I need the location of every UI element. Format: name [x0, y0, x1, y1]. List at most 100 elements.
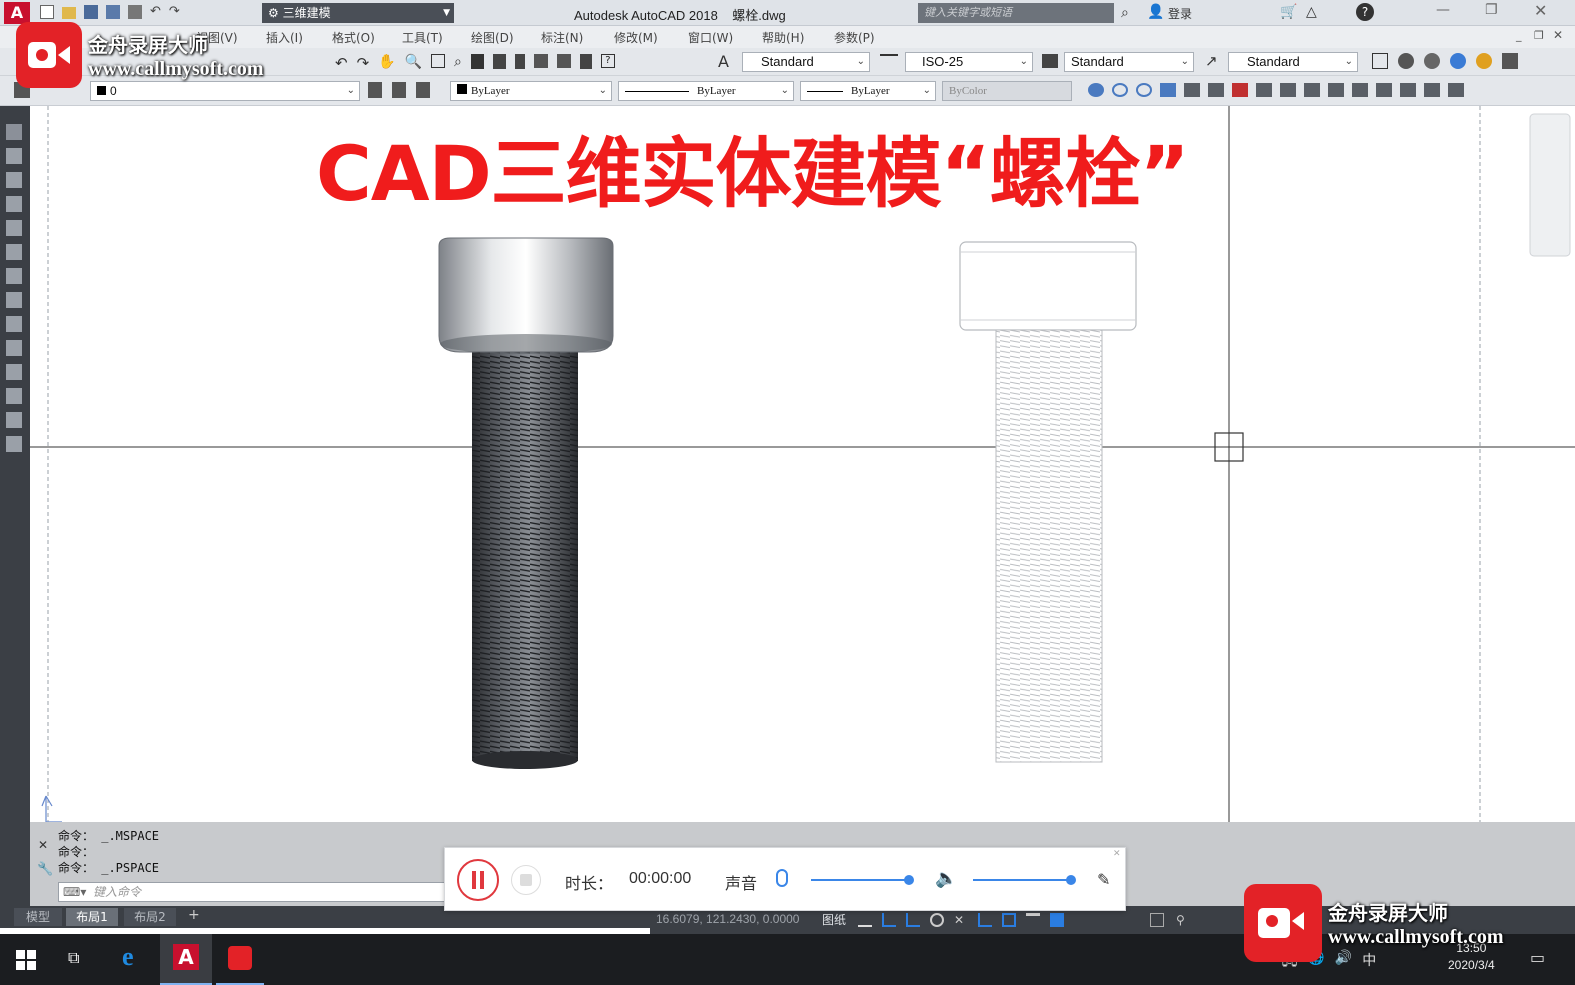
- selection-cycling-icon[interactable]: [1150, 913, 1164, 927]
- sphere-icon[interactable]: [6, 220, 22, 236]
- helix-icon[interactable]: [6, 436, 22, 452]
- close-button[interactable]: ✕: [1534, 1, 1547, 20]
- linetype-select[interactable]: ByLayer ⌄: [618, 81, 794, 101]
- command-input[interactable]: ⌨▾ 键入命令: [58, 882, 458, 902]
- rotate-face-icon[interactable]: [1256, 83, 1272, 97]
- tab-layout2[interactable]: 布局2: [124, 908, 176, 926]
- start-button[interactable]: [16, 950, 36, 970]
- snap-mode-icon[interactable]: [858, 913, 872, 927]
- union-icon[interactable]: [1088, 83, 1104, 97]
- notification-center-icon[interactable]: ▭: [1530, 948, 1545, 967]
- help-icon[interactable]: ?: [1356, 3, 1374, 21]
- zoom-previous-icon[interactable]: ⌕: [454, 54, 462, 72]
- tab-layout1[interactable]: 布局1: [66, 908, 118, 926]
- lineweight-select[interactable]: ByLayer ⌄: [800, 81, 936, 101]
- user-icon[interactable]: 👤: [1147, 4, 1164, 20]
- design-center-icon[interactable]: [492, 54, 506, 69]
- menu-insert[interactable]: 插入(I): [266, 29, 303, 46]
- redo-icon[interactable]: ↷: [357, 54, 370, 72]
- sphere-color-icon[interactable]: [1476, 53, 1492, 69]
- copy-face-icon[interactable]: [1304, 83, 1320, 97]
- color-face-icon[interactable]: [1328, 83, 1344, 97]
- intersect-icon[interactable]: [1136, 83, 1152, 97]
- dim-style-select[interactable]: ISO-25 ⌄: [905, 52, 1033, 72]
- panel-close-icon[interactable]: ✕: [1113, 849, 1121, 859]
- stop-button[interactable]: [511, 865, 541, 895]
- pan-icon[interactable]: ✋: [378, 54, 395, 72]
- tab-model[interactable]: 模型: [14, 908, 62, 926]
- wedge-icon[interactable]: [6, 172, 22, 188]
- minimize-button[interactable]: —: [1436, 2, 1450, 18]
- text-style-select[interactable]: Standard ⌄: [742, 52, 870, 72]
- osnap-icon[interactable]: ✕: [954, 913, 968, 927]
- a360-icon[interactable]: △: [1306, 4, 1317, 20]
- isodraft-icon[interactable]: [930, 913, 944, 927]
- make-current-icon[interactable]: [368, 82, 382, 98]
- pyramid-icon[interactable]: [6, 292, 22, 308]
- imprint-icon[interactable]: [1352, 83, 1368, 97]
- binoculars-icon[interactable]: ⌕: [1121, 5, 1129, 21]
- menu-window[interactable]: 窗口(W): [688, 29, 733, 46]
- sweep-icon[interactable]: [6, 364, 22, 380]
- speaker-volume-handle[interactable]: [1066, 875, 1076, 885]
- speaker-icon[interactable]: 🔈: [935, 868, 957, 889]
- menu-draw[interactable]: 绘图(D): [471, 29, 514, 46]
- clean-icon[interactable]: [1376, 83, 1392, 97]
- polar-icon[interactable]: [906, 913, 920, 927]
- add-layout-button[interactable]: +: [188, 907, 200, 923]
- workspace-selector[interactable]: ⚙ 三维建模 ▼: [262, 3, 454, 23]
- shell-icon[interactable]: [1424, 83, 1440, 97]
- visual-style-icon[interactable]: [1502, 53, 1518, 69]
- loft-icon[interactable]: [6, 412, 22, 428]
- sheet-set-icon[interactable]: [533, 54, 548, 68]
- doc-minimize-button[interactable]: _: [1516, 29, 1522, 42]
- shaded-bolt[interactable]: [438, 237, 614, 769]
- save-icon[interactable]: [84, 5, 98, 19]
- drawing-canvas[interactable]: CAD三维实体建模“螺栓”: [30, 106, 1575, 822]
- taper-face-icon[interactable]: [1280, 83, 1296, 97]
- mic-volume-slider[interactable]: [811, 875, 914, 885]
- revolve-icon[interactable]: [6, 388, 22, 404]
- torus-icon[interactable]: [6, 268, 22, 284]
- check-icon[interactable]: [1448, 83, 1464, 97]
- delete-face-icon[interactable]: [1232, 83, 1248, 97]
- close-icon[interactable]: ✕: [38, 838, 48, 852]
- extrude-face-icon[interactable]: [1160, 83, 1176, 97]
- polysolid-icon[interactable]: [6, 124, 22, 140]
- cylinder-icon[interactable]: [6, 244, 22, 260]
- ortho-icon[interactable]: [882, 913, 896, 927]
- app-logo-icon[interactable]: A: [4, 2, 30, 24]
- pause-button[interactable]: [457, 859, 499, 901]
- layer-icon[interactable]: [1372, 53, 1388, 69]
- properties-icon[interactable]: [470, 54, 484, 69]
- zoom-window-icon[interactable]: [431, 54, 446, 68]
- zoom-realtime-icon[interactable]: 🔍: [405, 54, 422, 72]
- annotation-icon[interactable]: ⚲: [1176, 913, 1190, 927]
- login-link[interactable]: 登录: [1168, 5, 1192, 22]
- microphone-icon[interactable]: [776, 869, 788, 887]
- plot-style-select[interactable]: ByColor: [942, 81, 1072, 101]
- help-icon[interactable]: ?: [600, 54, 615, 68]
- move-face-icon[interactable]: [1184, 83, 1200, 97]
- separate-icon[interactable]: [1400, 83, 1416, 97]
- print-icon[interactable]: [128, 5, 142, 19]
- sphere-blue-icon[interactable]: [1450, 53, 1466, 69]
- restore-button[interactable]: ❐: [1485, 2, 1498, 18]
- menu-tools[interactable]: 工具(T): [402, 29, 443, 46]
- cone-icon[interactable]: [6, 196, 22, 212]
- markup-icon[interactable]: [556, 54, 571, 68]
- menu-dimension[interactable]: 标注(N): [541, 29, 583, 46]
- pen-icon[interactable]: ✎: [1097, 870, 1110, 889]
- otrack-icon[interactable]: [978, 913, 992, 927]
- cart-icon[interactable]: 🛒: [1280, 4, 1297, 20]
- doc-close-button[interactable]: ✕: [1553, 28, 1563, 42]
- box-icon[interactable]: [6, 148, 22, 164]
- offset-face-icon[interactable]: [1208, 83, 1224, 97]
- render-icon[interactable]: [1398, 53, 1414, 69]
- extrude-icon[interactable]: [6, 316, 22, 332]
- search-box[interactable]: 键入关键字或短语: [918, 3, 1114, 23]
- paper-space-toggle[interactable]: 图纸: [822, 911, 846, 928]
- layer-state-icon[interactable]: [416, 82, 430, 98]
- mic-volume-handle[interactable]: [904, 875, 914, 885]
- wireframe-bolt[interactable]: [959, 241, 1137, 763]
